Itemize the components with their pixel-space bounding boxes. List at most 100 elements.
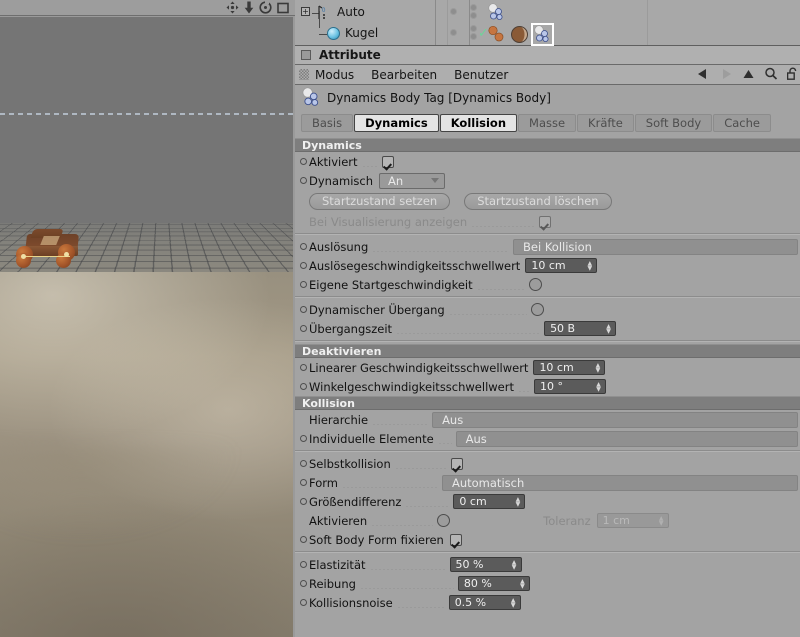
- up-arrow-icon[interactable]: [742, 68, 755, 83]
- set-start-state-button[interactable]: Startzustand setzen: [309, 193, 450, 210]
- animation-dot-icon[interactable]: [300, 281, 307, 288]
- row-aktivieren[interactable]: Aktivieren Toleranz 1 cm ▲▼: [295, 511, 800, 530]
- row-elastizitaet[interactable]: Elastizität 50 % ▲▼: [295, 555, 800, 574]
- menu-bearbeiten[interactable]: Bearbeiten: [371, 68, 437, 82]
- toggle-aktivieren[interactable]: [437, 514, 450, 527]
- field-uebergangszeit[interactable]: 50 B ▲▼: [544, 321, 616, 336]
- stepper-icon[interactable]: ▲▼: [657, 514, 666, 527]
- checkbox-aktiviert[interactable]: [382, 156, 394, 168]
- enable-dots[interactable]: [471, 26, 476, 39]
- animation-dot-icon[interactable]: [300, 460, 307, 467]
- field-groessendifferenz[interactable]: 0 cm ▲▼: [453, 494, 525, 509]
- menu-benutzer[interactable]: Benutzer: [454, 68, 508, 82]
- animation-dot-icon[interactable]: [300, 262, 307, 269]
- visibility-dots[interactable]: [451, 9, 456, 14]
- row-eigene-startgeschwindigkeit[interactable]: Eigene Startgeschwindigkeit: [295, 275, 800, 294]
- stepper-icon[interactable]: ▲▼: [510, 558, 519, 571]
- tab-kollision[interactable]: Kollision: [440, 114, 517, 132]
- row-visualisierung[interactable]: Bei Visualisierung anzeigen: [295, 212, 800, 231]
- material-tag-icon[interactable]: [510, 25, 529, 44]
- stepper-icon[interactable]: ▲▼: [585, 259, 594, 272]
- field-reibung[interactable]: 80 % ▲▼: [458, 576, 530, 591]
- tab-soft-body[interactable]: Soft Body: [635, 114, 712, 132]
- back-arrow-icon[interactable]: [696, 68, 710, 83]
- dropdown-ausloesung[interactable]: Bei Kollision: [513, 239, 798, 255]
- dropdown-dynamisch[interactable]: An: [379, 173, 445, 189]
- scale-down-icon[interactable]: [244, 1, 254, 14]
- stepper-icon[interactable]: ▲▼: [594, 380, 603, 393]
- animation-dot-icon[interactable]: [300, 243, 307, 250]
- field-winkel-schwellwert[interactable]: 10 ° ▲▼: [534, 379, 606, 394]
- row-kollisionsnoise[interactable]: Kollisionsnoise 0.5 % ▲▼: [295, 593, 800, 612]
- animation-dot-icon[interactable]: [300, 561, 307, 568]
- checkbox-selbstkollision[interactable]: [451, 458, 463, 470]
- animation-dot-icon[interactable]: [300, 383, 307, 390]
- row-dynamisch[interactable]: Dynamisch An: [295, 171, 800, 190]
- row-dynamischer-uebergang[interactable]: Dynamischer Übergang: [295, 300, 800, 319]
- field-elastizitaet[interactable]: 50 % ▲▼: [450, 557, 522, 572]
- field-linearer-schwellwert[interactable]: 10 cm ▲▼: [533, 360, 605, 375]
- clear-start-state-button[interactable]: Startzustand löschen: [464, 193, 611, 210]
- stepper-icon[interactable]: ▲▼: [518, 577, 527, 590]
- move-axis-icon[interactable]: [226, 1, 239, 14]
- panel-menu-icon[interactable]: [301, 50, 311, 60]
- visibility-dots[interactable]: [451, 30, 456, 35]
- row-groessendifferenz[interactable]: Größendifferenz 0 cm ▲▼: [295, 492, 800, 511]
- stepper-icon[interactable]: ▲▼: [604, 322, 613, 335]
- dropdown-form[interactable]: Automatisch: [442, 475, 798, 491]
- tab-kraefte[interactable]: Kräfte: [577, 114, 634, 132]
- forward-arrow-icon[interactable]: [719, 68, 733, 83]
- stepper-icon[interactable]: ▲▼: [593, 361, 602, 374]
- lock-icon[interactable]: [787, 67, 798, 83]
- stepper-icon[interactable]: ▲▼: [513, 495, 522, 508]
- dynamics-body-tag-icon[interactable]: [487, 3, 506, 22]
- animation-dot-icon[interactable]: [300, 498, 307, 505]
- dropdown-hierarchie[interactable]: Aus: [432, 412, 798, 428]
- row-form[interactable]: Form Automatisch: [295, 473, 800, 492]
- row-hierarchie[interactable]: Hierarchie Aus: [295, 410, 800, 429]
- maximize-icon[interactable]: [277, 2, 289, 14]
- cloner-tag-icon[interactable]: [487, 25, 506, 44]
- tab-dynamics[interactable]: Dynamics: [354, 114, 439, 132]
- checkbox-soft-body-form-fixieren[interactable]: [450, 534, 462, 546]
- toggle-dynamischer-uebergang[interactable]: [531, 303, 544, 316]
- animation-dot-icon[interactable]: [300, 580, 307, 587]
- search-icon[interactable]: [764, 67, 778, 83]
- animation-dot-icon[interactable]: [300, 325, 307, 332]
- row-ausloesung[interactable]: Auslösung Bei Kollision: [295, 237, 800, 256]
- row-individuelle-elemente[interactable]: Individuelle Elemente Aus: [295, 429, 800, 448]
- row-reibung[interactable]: Reibung 80 % ▲▼: [295, 574, 800, 593]
- animation-dot-icon[interactable]: [300, 479, 307, 486]
- field-toleranz[interactable]: 1 cm ▲▼: [597, 513, 669, 528]
- object-row-auto[interactable]: + 0 Auto: [295, 2, 800, 23]
- field-ausloesegeschwindigkeit[interactable]: 10 cm ▲▼: [525, 258, 597, 273]
- rotate-icon[interactable]: [259, 1, 272, 14]
- animation-dot-icon[interactable]: [300, 177, 307, 184]
- tab-masse[interactable]: Masse: [518, 114, 576, 132]
- animation-dot-icon[interactable]: [300, 306, 307, 313]
- animation-dot-icon[interactable]: [300, 599, 307, 606]
- animation-dot-icon[interactable]: [300, 435, 307, 442]
- object-manager[interactable]: + 0 Auto: [295, 0, 800, 46]
- animation-dot-icon[interactable]: [300, 536, 307, 543]
- row-ausloesegeschwindigkeit[interactable]: Auslösegeschwindigkeitsschwellwert 10 cm…: [295, 256, 800, 275]
- row-soft-body-form-fixieren[interactable]: Soft Body Form fixieren: [295, 530, 800, 549]
- tab-basis[interactable]: Basis: [301, 114, 353, 132]
- animation-dot-icon[interactable]: [300, 364, 307, 371]
- dropdown-individuelle-elemente[interactable]: Aus: [456, 431, 798, 447]
- enable-dots[interactable]: [471, 5, 476, 18]
- menu-modus[interactable]: Modus: [315, 68, 354, 82]
- checkbox-visualisierung[interactable]: [539, 216, 551, 228]
- tab-cache[interactable]: Cache: [713, 114, 771, 132]
- animation-dot-icon[interactable]: [300, 158, 307, 165]
- object-row-kugel[interactable]: Kugel ✓: [295, 23, 800, 44]
- car-model[interactable]: [14, 230, 92, 280]
- row-selbstkollision[interactable]: Selbstkollision: [295, 454, 800, 473]
- stepper-icon[interactable]: ▲▼: [509, 596, 518, 609]
- dynamics-body-tag-selected-icon[interactable]: [533, 25, 552, 44]
- expand-toggle-icon[interactable]: +: [301, 7, 310, 16]
- row-uebergangszeit[interactable]: Übergangszeit 50 B ▲▼: [295, 319, 800, 338]
- drag-grip-icon[interactable]: [299, 69, 309, 80]
- toggle-eigene-startgeschwindigkeit[interactable]: [529, 278, 542, 291]
- field-kollisionsnoise[interactable]: 0.5 % ▲▼: [449, 595, 521, 610]
